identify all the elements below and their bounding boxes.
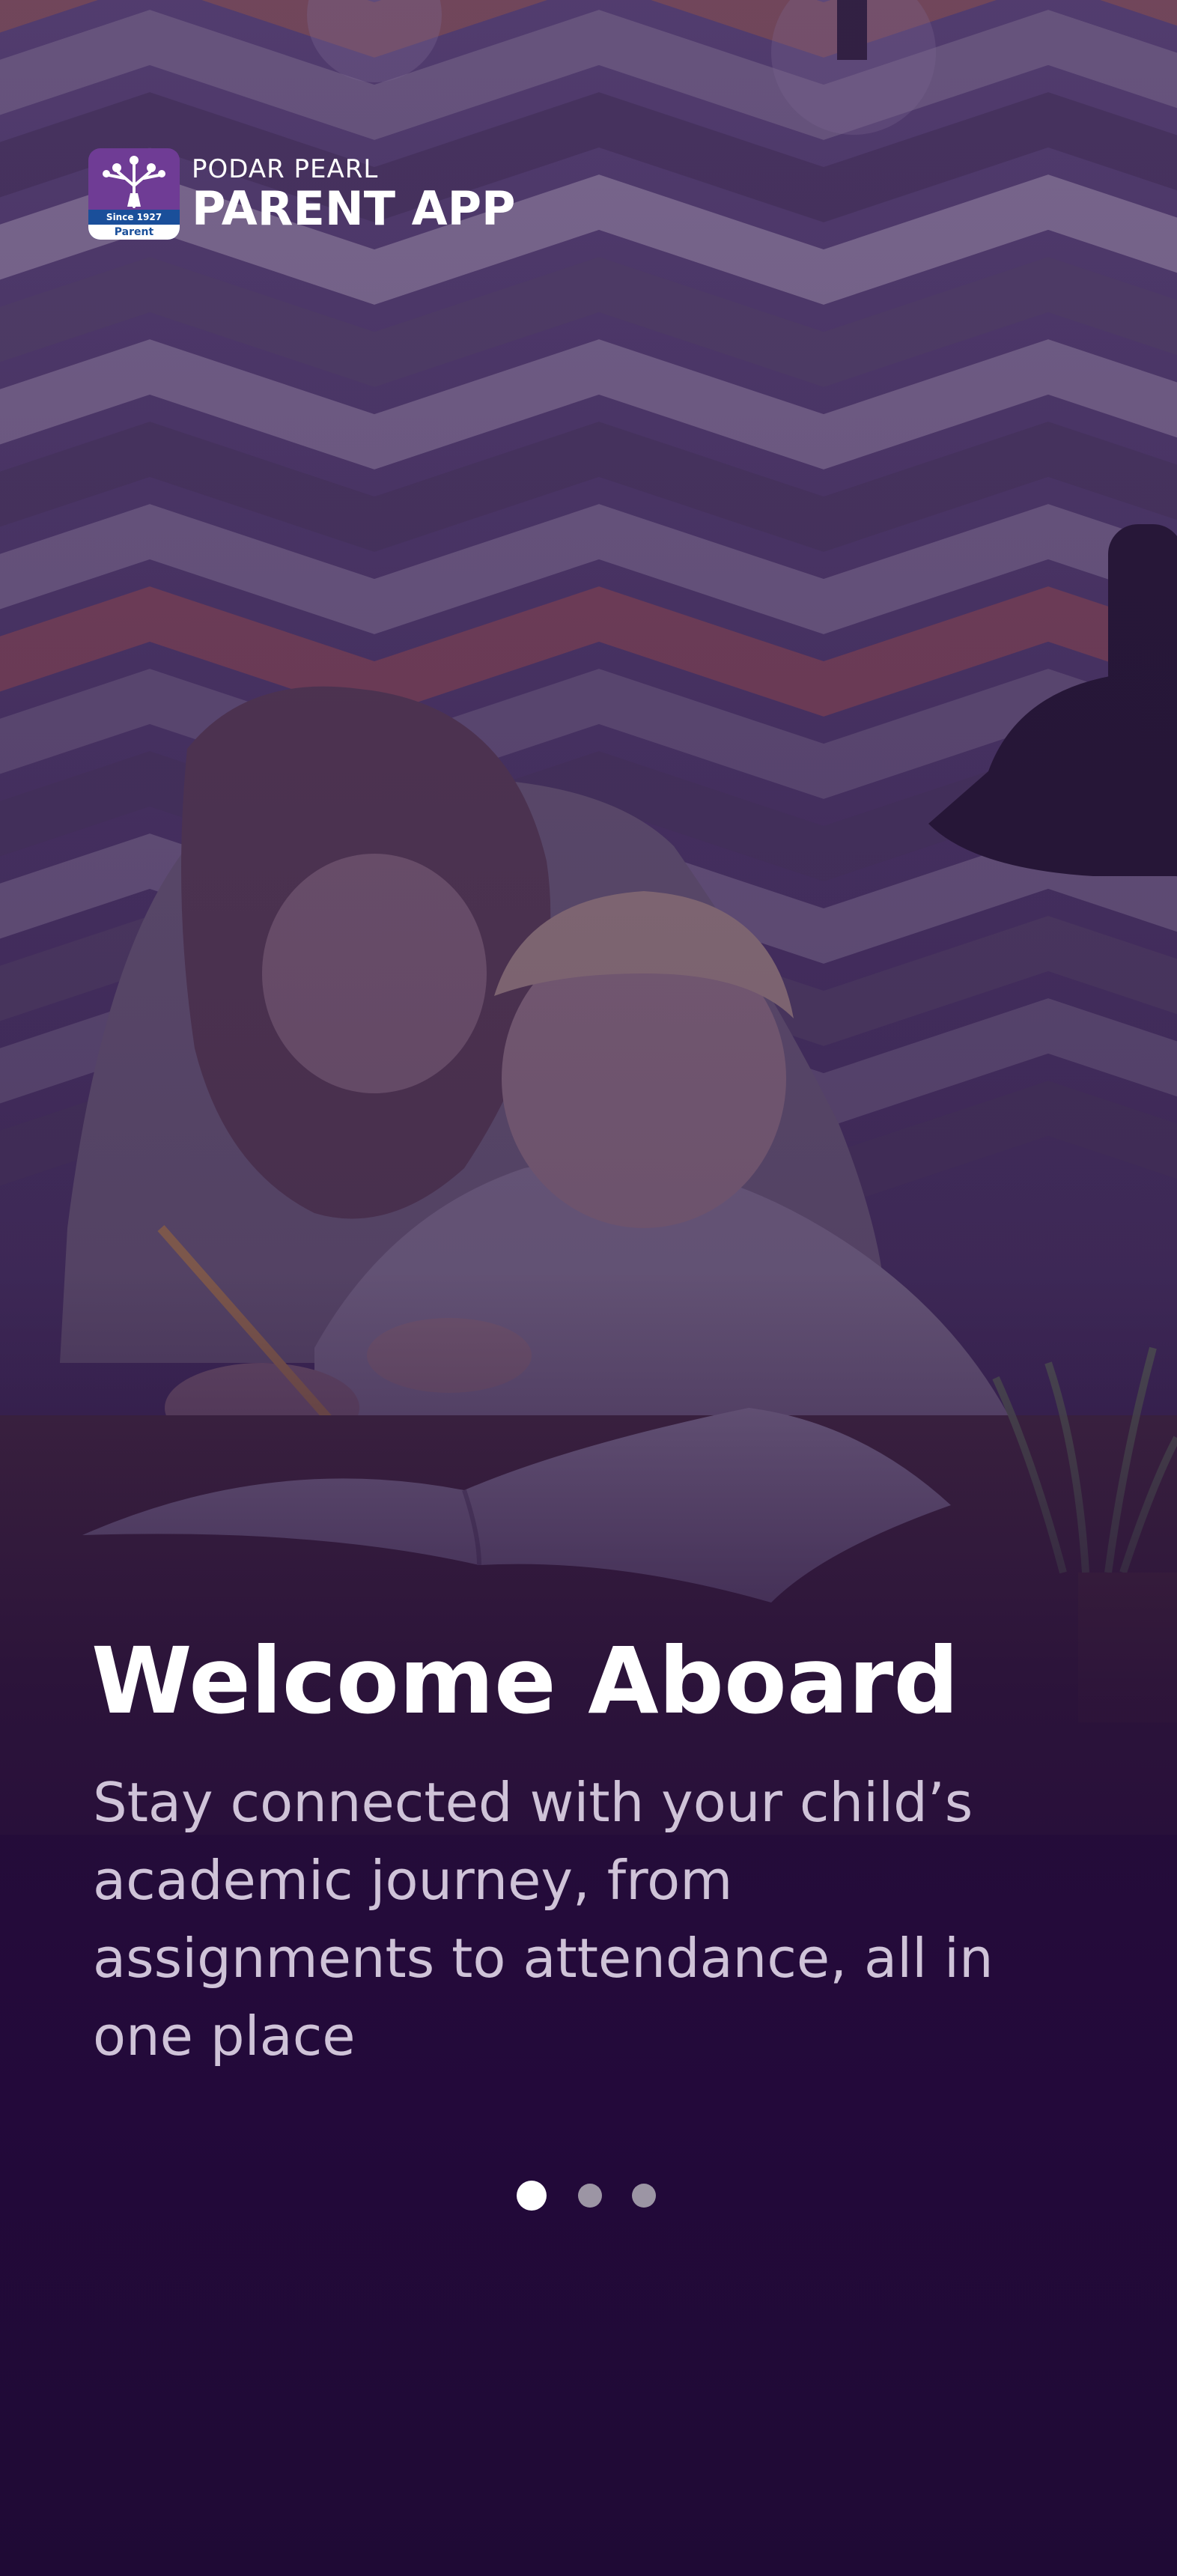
podar-tree-logo-icon: Since 1927 Parent xyxy=(88,148,180,240)
onboarding-screen: Since 1927 Parent PODAR PEARL PARENT APP… xyxy=(0,0,1177,2576)
logo-since-text: Since 1927 xyxy=(106,212,162,222)
brand-text: PODAR PEARL PARENT APP xyxy=(192,154,515,234)
app-name: PARENT APP xyxy=(192,181,516,236)
page-dot-1-active[interactable] xyxy=(517,2181,547,2211)
page-dot-3[interactable] xyxy=(632,2184,656,2208)
brand-name: PODAR PEARL xyxy=(192,154,379,184)
page-indicator xyxy=(517,2181,666,2211)
page-dot-2[interactable] xyxy=(578,2184,602,2208)
tree-icon xyxy=(103,156,165,208)
logo-parent-text: Parent xyxy=(114,226,154,238)
app-logo: Since 1927 Parent PODAR PEARL PARENT APP xyxy=(88,148,515,240)
onboarding-subtitle: Stay connected with your child’s academi… xyxy=(93,1771,994,2068)
onboarding-title: Welcome Aboard xyxy=(91,1628,959,1734)
